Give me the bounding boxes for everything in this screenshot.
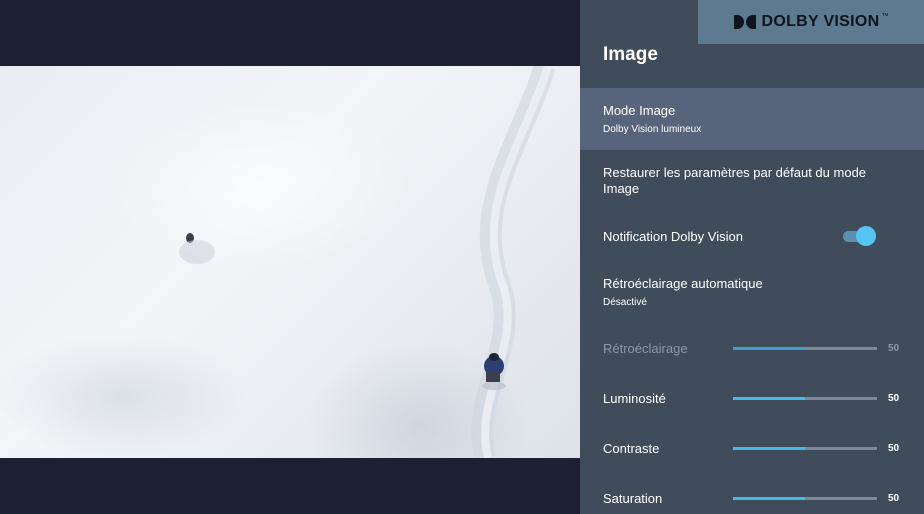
saturation-label: Saturation [603, 491, 663, 506]
backlight-label: Rétroéclairage [603, 341, 688, 356]
contrast-slider[interactable] [733, 447, 877, 450]
toggle-knob [856, 226, 876, 246]
backlight-slider-fill [733, 347, 805, 350]
saturation-slider[interactable] [733, 497, 877, 500]
mode-image-label: Mode Image [603, 103, 676, 118]
dolby-vision-badge: DOLBY VISION ™ [698, 0, 924, 44]
brightness-slider[interactable] [733, 397, 877, 400]
saturation-slider-fill [733, 497, 805, 500]
video-preview [0, 0, 580, 514]
dolby-notification-label: Notification Dolby Vision [603, 229, 743, 244]
auto-backlight-label: Rétroéclairage automatique [603, 276, 763, 291]
contrast-label: Contraste [603, 441, 660, 456]
backlight-value: 50 [888, 343, 900, 354]
contrast-slider-fill [733, 447, 805, 450]
dolby-notification-toggle[interactable] [843, 226, 876, 246]
slider-row-brightness[interactable]: Luminosité 50 [580, 380, 924, 416]
brightness-slider-fill [733, 397, 805, 400]
menu-item-auto-backlight[interactable]: Rétroéclairage automatique Désactivé [580, 264, 924, 320]
slider-row-backlight[interactable]: Rétroéclairage 50 [580, 330, 924, 366]
dolby-logo-icon [733, 15, 756, 29]
dolby-vision-brand-name: DOLBY VISION [761, 13, 880, 30]
contrast-value: 50 [888, 443, 900, 454]
panel-title: Image [603, 44, 658, 65]
saturation-value: 50 [888, 493, 900, 504]
menu-item-restore-defaults[interactable]: Restaurer les paramètres par défaut du m… [580, 152, 924, 208]
snow-mountain-image [0, 66, 580, 458]
restore-defaults-label: Restaurer les paramètres par défaut du m… [603, 165, 867, 196]
image-settings-panel: DOLBY VISION ™ Image Mode Image Dolby Vi… [580, 0, 924, 514]
backlight-slider[interactable] [733, 347, 877, 350]
brightness-label: Luminosité [603, 391, 666, 406]
mode-image-value: Dolby Vision lumineux [603, 124, 702, 135]
dolby-trademark-mark: ™ [881, 13, 889, 20]
auto-backlight-value: Désactivé [603, 297, 647, 308]
brightness-value: 50 [888, 393, 900, 404]
slider-row-saturation[interactable]: Saturation 50 [580, 480, 924, 514]
menu-item-mode-image[interactable]: Mode Image Dolby Vision lumineux [580, 88, 924, 150]
slider-row-contrast[interactable]: Contraste 50 [580, 430, 924, 466]
